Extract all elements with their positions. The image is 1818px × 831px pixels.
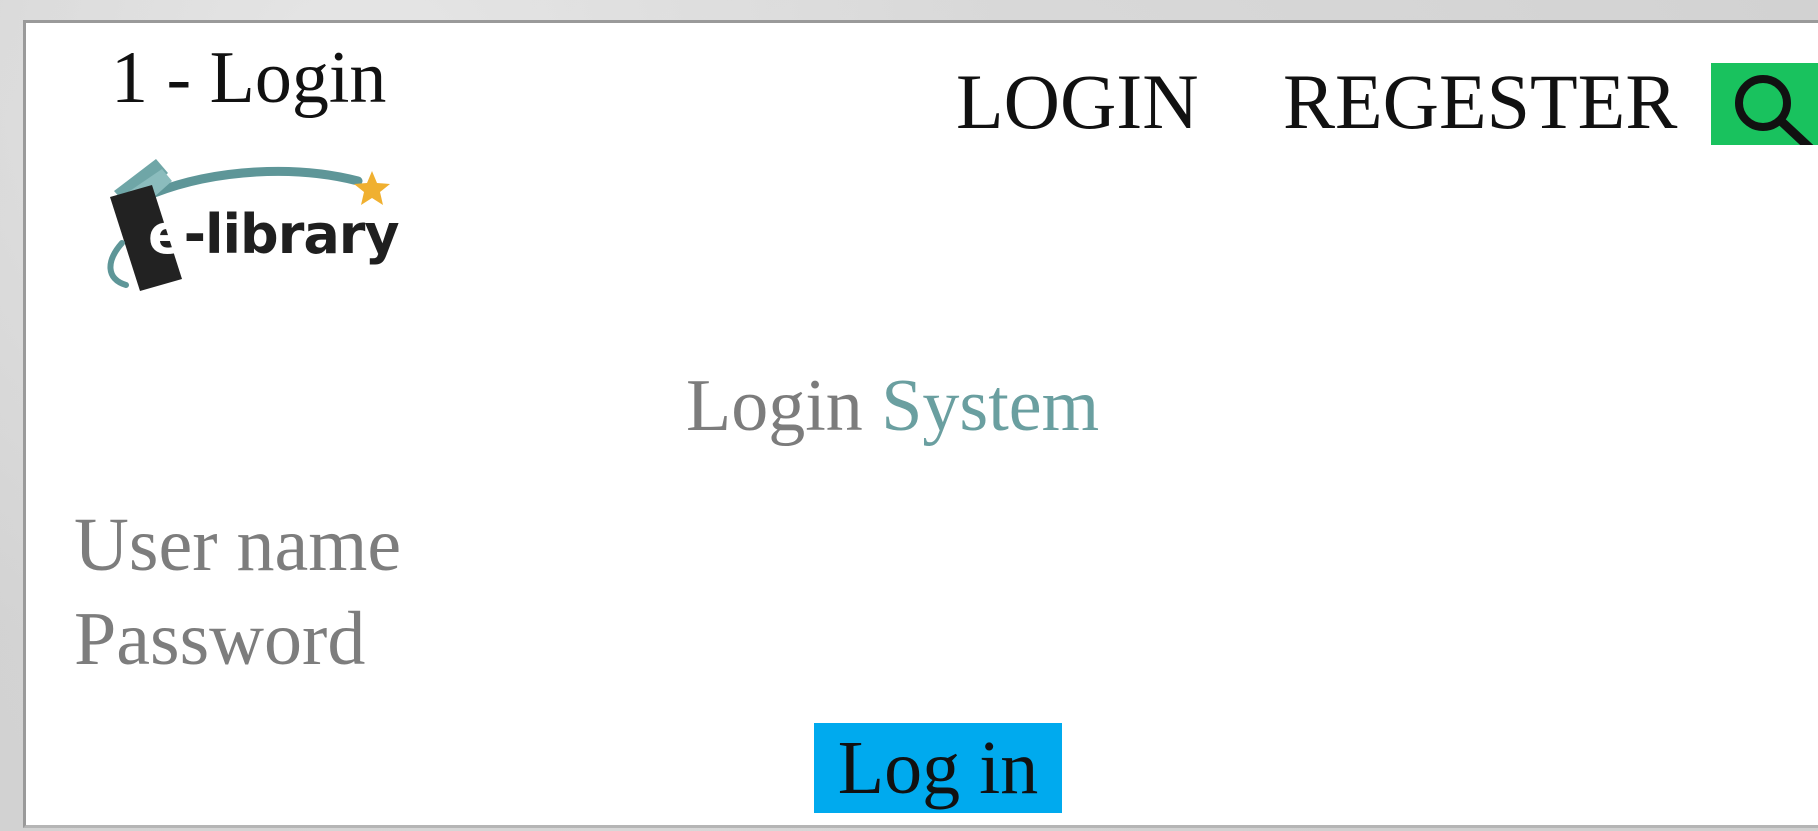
password-label: Password	[74, 597, 366, 681]
page-title: 1 - Login	[111, 37, 387, 119]
logo-wordmark: e-library	[148, 203, 400, 266]
search-button[interactable]	[1711, 63, 1818, 145]
form-title-part2: System	[881, 365, 1100, 447]
form-title-part1: Login	[686, 365, 863, 447]
username-label: User name	[74, 503, 402, 587]
e-library-logo: e-library e-library	[96, 151, 436, 303]
form-title: Login System	[686, 369, 1099, 443]
username-input[interactable]	[496, 513, 1400, 585]
nav-login-link[interactable]: LOGIN	[956, 63, 1199, 141]
search-icon	[1735, 75, 1814, 145]
login-button[interactable]: Log in	[814, 723, 1062, 813]
password-input[interactable]	[496, 607, 1400, 679]
login-page: 1 - Login LOGIN REGESTER e-library e-lib…	[23, 20, 1818, 828]
nav-register-link[interactable]: REGESTER	[1283, 63, 1677, 141]
